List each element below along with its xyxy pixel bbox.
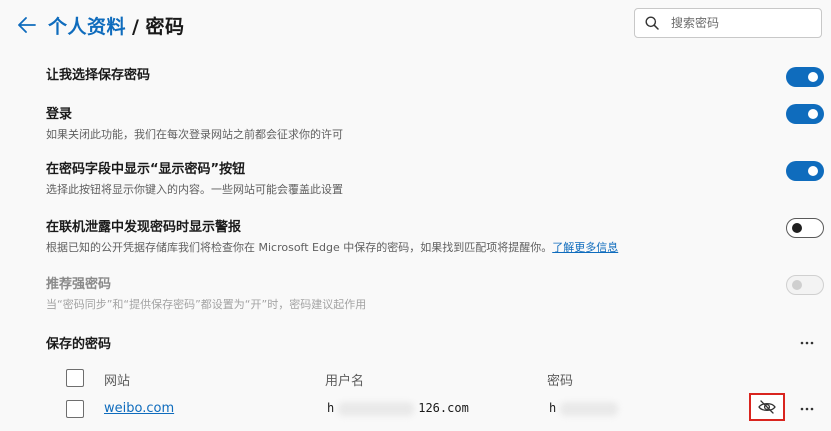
- toggle-knob: [808, 109, 818, 119]
- saved-site-link[interactable]: weibo.com: [104, 401, 174, 416]
- setting-title: 登录: [46, 107, 73, 122]
- toggle-knob: [808, 72, 818, 82]
- column-header-password[interactable]: 密码: [547, 370, 573, 389]
- page-header: 个人资料 / 密码: [16, 10, 184, 40]
- auto-signin-toggle[interactable]: [786, 104, 824, 124]
- leak-alerts-toggle[interactable]: [786, 218, 824, 238]
- setting-auto-signin: 登录 如果关闭此功能，我们在每次登录网站之前都会征求你的许可: [46, 106, 824, 143]
- setting-title: 在密码字段中显示“显示密码”按钮: [46, 162, 246, 177]
- select-all-checkbox[interactable]: [66, 369, 84, 387]
- reveal-button-toggle[interactable]: [786, 161, 824, 181]
- toggle-knob: [792, 223, 802, 233]
- passwords-settings-page: 个人资料/密码 让我选择保存密码 登录 如果关闭此功能，我们在每次登录网站之前都…: [0, 0, 831, 431]
- saved-username: h 126.com: [327, 401, 469, 416]
- page-title: 密码: [145, 15, 185, 38]
- setting-leak-alerts: 在联机泄露中发现密码时显示警报 根据已知的公开凭据存储库我们将检查你在 Micr…: [46, 219, 824, 256]
- row-more-button[interactable]: [797, 401, 817, 417]
- back-arrow-icon: [18, 17, 36, 33]
- setting-offer-save-passwords: 让我选择保存密码: [46, 67, 824, 85]
- eye-off-icon: [758, 400, 776, 414]
- username-redaction: [338, 401, 415, 416]
- saved-password: h: [549, 401, 619, 416]
- search-box[interactable]: [634, 8, 822, 38]
- username-suffix: 126.com: [418, 401, 469, 415]
- more-icon: [800, 407, 814, 411]
- setting-suggest-strong-passwords: 推荐强密码 当“密码同步”和“提供保存密码”都设置为“开”时，密码建议起作用: [46, 276, 824, 313]
- back-button[interactable]: [16, 14, 38, 36]
- setting-description-text: 根据已知的公开凭据存储库我们将检查你在 Microsoft Edge 中保存的密…: [46, 241, 553, 254]
- show-password-button[interactable]: [749, 393, 785, 421]
- setting-title: 让我选择保存密码: [46, 68, 151, 83]
- breadcrumb-separator: /: [132, 15, 140, 38]
- saved-passwords-more-button[interactable]: [797, 335, 817, 351]
- suggest-strong-toggle: [786, 275, 824, 295]
- saved-passwords-heading: 保存的密码: [46, 337, 112, 352]
- setting-description: 如果关闭此功能，我们在每次登录网站之前都会征求你的许可: [46, 128, 343, 141]
- username-prefix: h: [327, 401, 335, 415]
- breadcrumb: 个人资料 / 密码: [48, 12, 184, 39]
- setting-description: 选择此按钮将显示你键入的内容。一些网站可能会覆盖此设置: [46, 183, 343, 196]
- column-header-username[interactable]: 用户名: [325, 370, 364, 389]
- search-input[interactable]: [669, 15, 813, 31]
- password-redaction: [560, 401, 619, 416]
- password-prefix: h: [549, 401, 557, 415]
- more-icon: [800, 341, 814, 345]
- toggle-knob: [792, 280, 802, 290]
- setting-title: 推荐强密码: [46, 277, 112, 292]
- column-header-site[interactable]: 网站: [104, 370, 130, 389]
- search-icon: [645, 16, 659, 30]
- setting-description: 根据已知的公开凭据存储库我们将检查你在 Microsoft Edge 中保存的密…: [46, 240, 824, 256]
- setting-title: 在联机泄露中发现密码时显示警报: [46, 220, 242, 235]
- learn-more-link[interactable]: 了解更多信息: [552, 241, 618, 254]
- breadcrumb-profile[interactable]: 个人资料: [48, 16, 126, 38]
- offer-save-toggle[interactable]: [786, 67, 824, 87]
- setting-reveal-password-button: 在密码字段中显示“显示密码”按钮 选择此按钮将显示你键入的内容。一些网站可能会覆…: [46, 161, 824, 198]
- setting-description: 当“密码同步”和“提供保存密码”都设置为“开”时，密码建议起作用: [46, 298, 367, 311]
- toggle-knob: [808, 166, 818, 176]
- row-checkbox[interactable]: [66, 400, 84, 418]
